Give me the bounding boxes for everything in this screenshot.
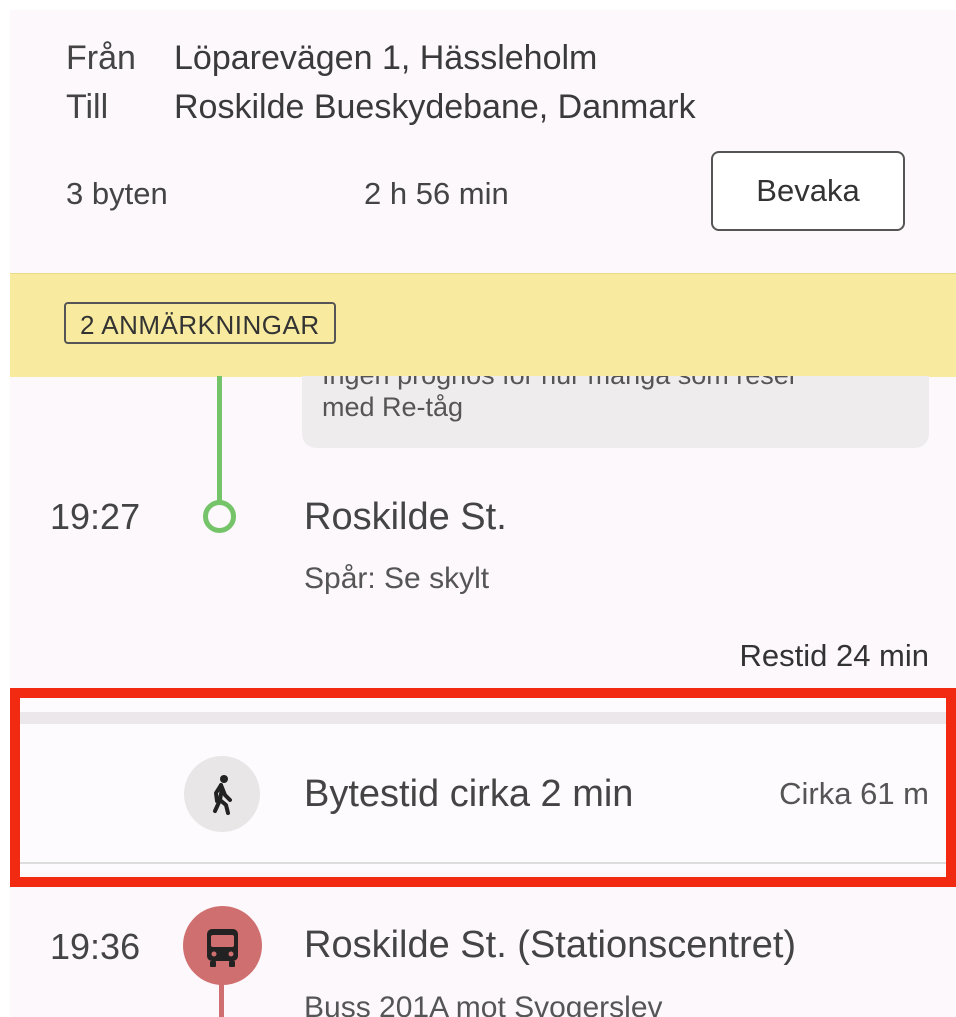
watch-button[interactable]: Bevaka xyxy=(711,151,905,231)
note-text-cut: Ingen prognos för hur många som reser xyxy=(322,376,798,390)
bus-icon xyxy=(183,906,262,985)
bus-direction: Buss 201A mot Svogerslev xyxy=(304,991,663,1017)
notices-badge[interactable]: 2 ANMÄRKNINGAR xyxy=(64,302,336,344)
to-value: Roskilde Bueskydebane, Danmark xyxy=(174,88,696,126)
track-info: Spår: Se skylt xyxy=(304,562,490,595)
stop-marker-icon xyxy=(203,500,236,533)
from-label: Från xyxy=(66,39,136,77)
departure-time: 19:36 xyxy=(50,926,141,967)
trip-detail-screen: Från Löparevägen 1, Hässleholm Till Roskil… xyxy=(10,10,956,1017)
to-label: Till xyxy=(66,88,109,126)
crowding-note: Ingen prognos för hur många som reser me… xyxy=(302,376,929,448)
from-row: Från Löparevägen 1, Hässleholm xyxy=(66,38,597,78)
trip-header: Från Löparevägen 1, Hässleholm Till Roskil… xyxy=(10,10,956,272)
bus-line xyxy=(219,980,224,1017)
train-line xyxy=(217,376,222,502)
to-row: Till Roskilde Bueskydebane, Danmark xyxy=(66,87,696,127)
changes-count: 3 byten xyxy=(66,176,168,211)
highlight-box xyxy=(10,688,956,887)
notice-bar[interactable]: 2 ANMÄRKNINGAR xyxy=(10,273,956,377)
departure-stop[interactable]: Roskilde St. (Stationscentret) xyxy=(304,923,796,967)
note-text: med Re-tåg xyxy=(322,392,464,422)
arrival-time: 19:27 xyxy=(50,496,141,537)
trip-duration: 2 h 56 min xyxy=(364,176,509,211)
travel-time: Restid 24 min xyxy=(739,638,929,673)
arrival-stop[interactable]: Roskilde St. xyxy=(304,495,507,539)
from-value: Löparevägen 1, Hässleholm xyxy=(174,39,598,77)
